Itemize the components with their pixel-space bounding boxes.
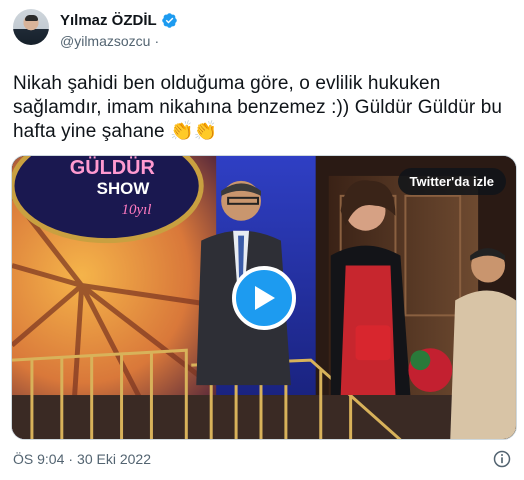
- watch-on-twitter-button[interactable]: Twitter'da izle: [397, 168, 506, 195]
- clap-emoji: 👏👏: [170, 121, 218, 142]
- verified-badge-icon: [161, 13, 177, 28]
- tweet-text: Nikah şahidi ben olduğuma göre, o evlili…: [13, 72, 513, 144]
- tweet-meta: ÖS 9:04 · 30 Eki 2022: [13, 451, 151, 467]
- play-button[interactable]: [232, 266, 296, 330]
- info-icon[interactable]: [492, 449, 512, 469]
- svg-text:10yıl: 10yıl: [122, 202, 152, 218]
- author-name-row: Yılmaz ÖZDİL: [60, 12, 178, 29]
- handle-separator: ·: [154, 33, 160, 49]
- author-handle-row: @yilmazsozcu ·: [60, 33, 159, 49]
- svg-text:SHOW: SHOW: [97, 179, 150, 198]
- play-icon: [255, 286, 275, 310]
- svg-text:GÜLDÜR: GÜLDÜR: [70, 156, 155, 179]
- meta-separator: ·: [68, 451, 74, 467]
- tweet-card: Yılmaz ÖZDİL @yilmazsozcu · Nikah şahidi…: [0, 0, 524, 480]
- author-handle[interactable]: @yilmazsozcu: [60, 33, 150, 49]
- tweet-time[interactable]: ÖS 9:04: [13, 451, 64, 467]
- tweet-body: Nikah şahidi ben olduğuma göre, o evlili…: [13, 73, 503, 142]
- video-media[interactable]: GÜLDÜR SHOW 10yıl Twitter'da izle: [11, 155, 517, 440]
- author-display-name[interactable]: Yılmaz ÖZDİL: [60, 12, 157, 29]
- tweet-date[interactable]: 30 Eki 2022: [77, 451, 151, 467]
- avatar[interactable]: [13, 9, 49, 45]
